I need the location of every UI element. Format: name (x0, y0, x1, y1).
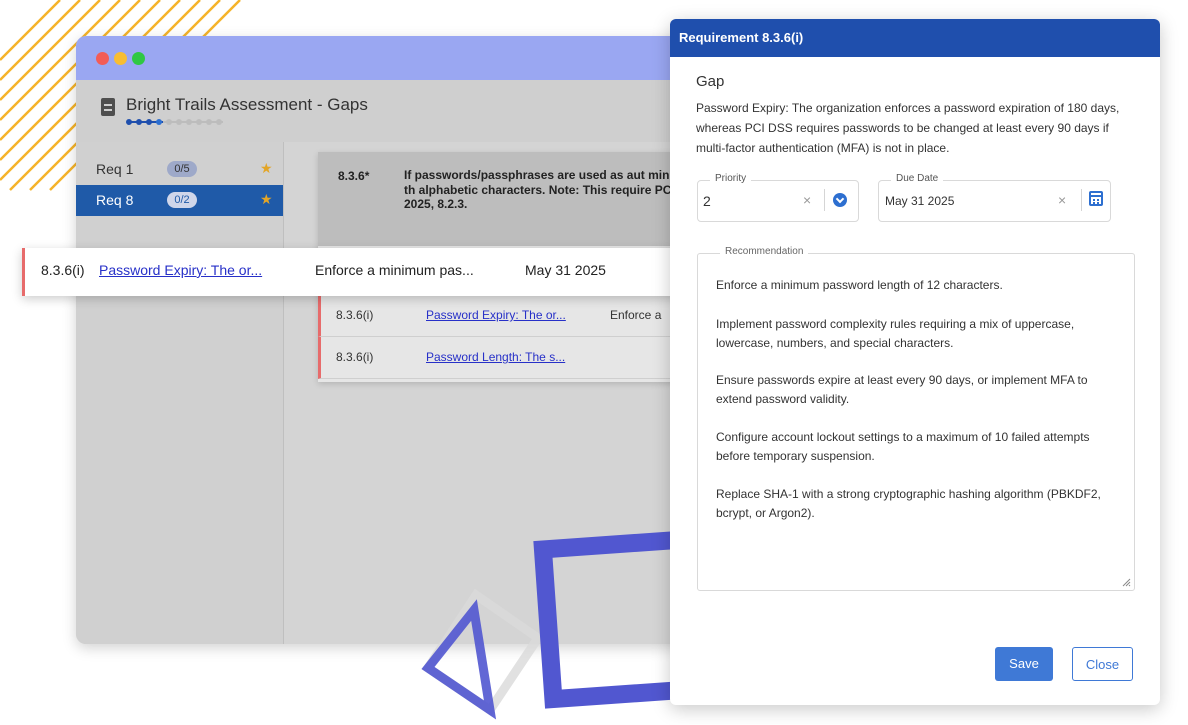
gap-description: Password Expiry: The organization enforc… (696, 101, 1120, 155)
chevron-down-icon[interactable] (833, 193, 847, 207)
gap-due-date: May 31 2025 (525, 262, 606, 278)
calendar-icon[interactable] (1089, 191, 1103, 206)
window-close-dot[interactable] (96, 52, 109, 65)
priority-value: 2 (703, 193, 711, 209)
due-date-value: May 31 2025 (885, 194, 955, 208)
gap-link[interactable]: Password Expiry: The or... (99, 262, 262, 278)
requirement-id: 8.3.6* (338, 169, 370, 183)
sidebar-item-label: Req 1 (96, 161, 134, 177)
field-divider (824, 189, 825, 211)
gap-link[interactable]: Password Expiry: The or... (426, 308, 566, 322)
recommendation-label: Recommendation (720, 246, 809, 257)
sidebar: Req 1 0/5 ★ Req 8 0/2 ★ (76, 142, 284, 644)
recommendation-paragraph: Replace SHA-1 with a strong cryptographi… (716, 487, 1101, 520)
save-button[interactable]: Save (995, 647, 1053, 681)
recommendation-paragraph: Enforce a minimum password length of 12 … (716, 278, 1003, 292)
recommendation-paragraph: Implement password complexity rules requ… (716, 317, 1075, 350)
recommendation-paragraph: Ensure passwords expire at least every 9… (716, 373, 1088, 406)
progress-badge: 0/5 (167, 161, 197, 177)
gap-recommendation: Enforce a minimum pas... (315, 262, 474, 278)
modal-title: Requirement 8.3.6(i) (670, 19, 1160, 57)
gap-id: 8.3.6(i) (41, 262, 85, 278)
gap-heading: Gap (696, 73, 725, 90)
due-date-label: Due Date (891, 173, 944, 184)
sidebar-item-req-8[interactable]: Req 8 0/2 ★ (76, 185, 283, 216)
resize-icon[interactable] (1121, 577, 1131, 587)
gap-recommendation: Enforce a (610, 308, 662, 322)
window-maximize-dot[interactable] (132, 52, 145, 65)
app-title: Bright Trails Assessment - Gaps (126, 95, 368, 114)
requirement-modal: Requirement 8.3.6(i) Gap Password Expiry… (670, 19, 1160, 705)
star-icon[interactable]: ★ (260, 191, 273, 208)
floating-gap-row[interactable]: 8.3.6(i) Password Expiry: The or... Enfo… (22, 248, 685, 296)
window-minimize-dot[interactable] (114, 52, 127, 65)
close-icon[interactable]: × (1058, 192, 1066, 208)
gap-id: 8.3.6(i) (336, 350, 374, 364)
recommendation-textarea[interactable]: Recommendation Enforce a minimum passwor… (697, 246, 1135, 591)
progress-badge: 0/2 (167, 192, 197, 208)
priority-label: Priority (710, 173, 752, 184)
progress-stepper (126, 119, 223, 125)
close-icon[interactable]: × (803, 192, 811, 208)
gap-link[interactable]: Password Length: The s... (426, 350, 565, 364)
recommendation-paragraph: Configure account lockout settings to a … (716, 430, 1090, 463)
close-button[interactable]: Close (1072, 647, 1133, 681)
star-icon[interactable]: ★ (260, 160, 273, 177)
sidebar-item-label: Req 8 (96, 192, 134, 208)
gap-id: 8.3.6(i) (336, 308, 374, 322)
document-icon (101, 98, 115, 116)
field-divider (1081, 189, 1082, 211)
sidebar-item-req-1[interactable]: Req 1 0/5 ★ (76, 154, 283, 185)
due-date-picker[interactable]: Due Date May 31 2025 × (878, 173, 1111, 222)
priority-select[interactable]: Priority 2 × (697, 173, 859, 222)
